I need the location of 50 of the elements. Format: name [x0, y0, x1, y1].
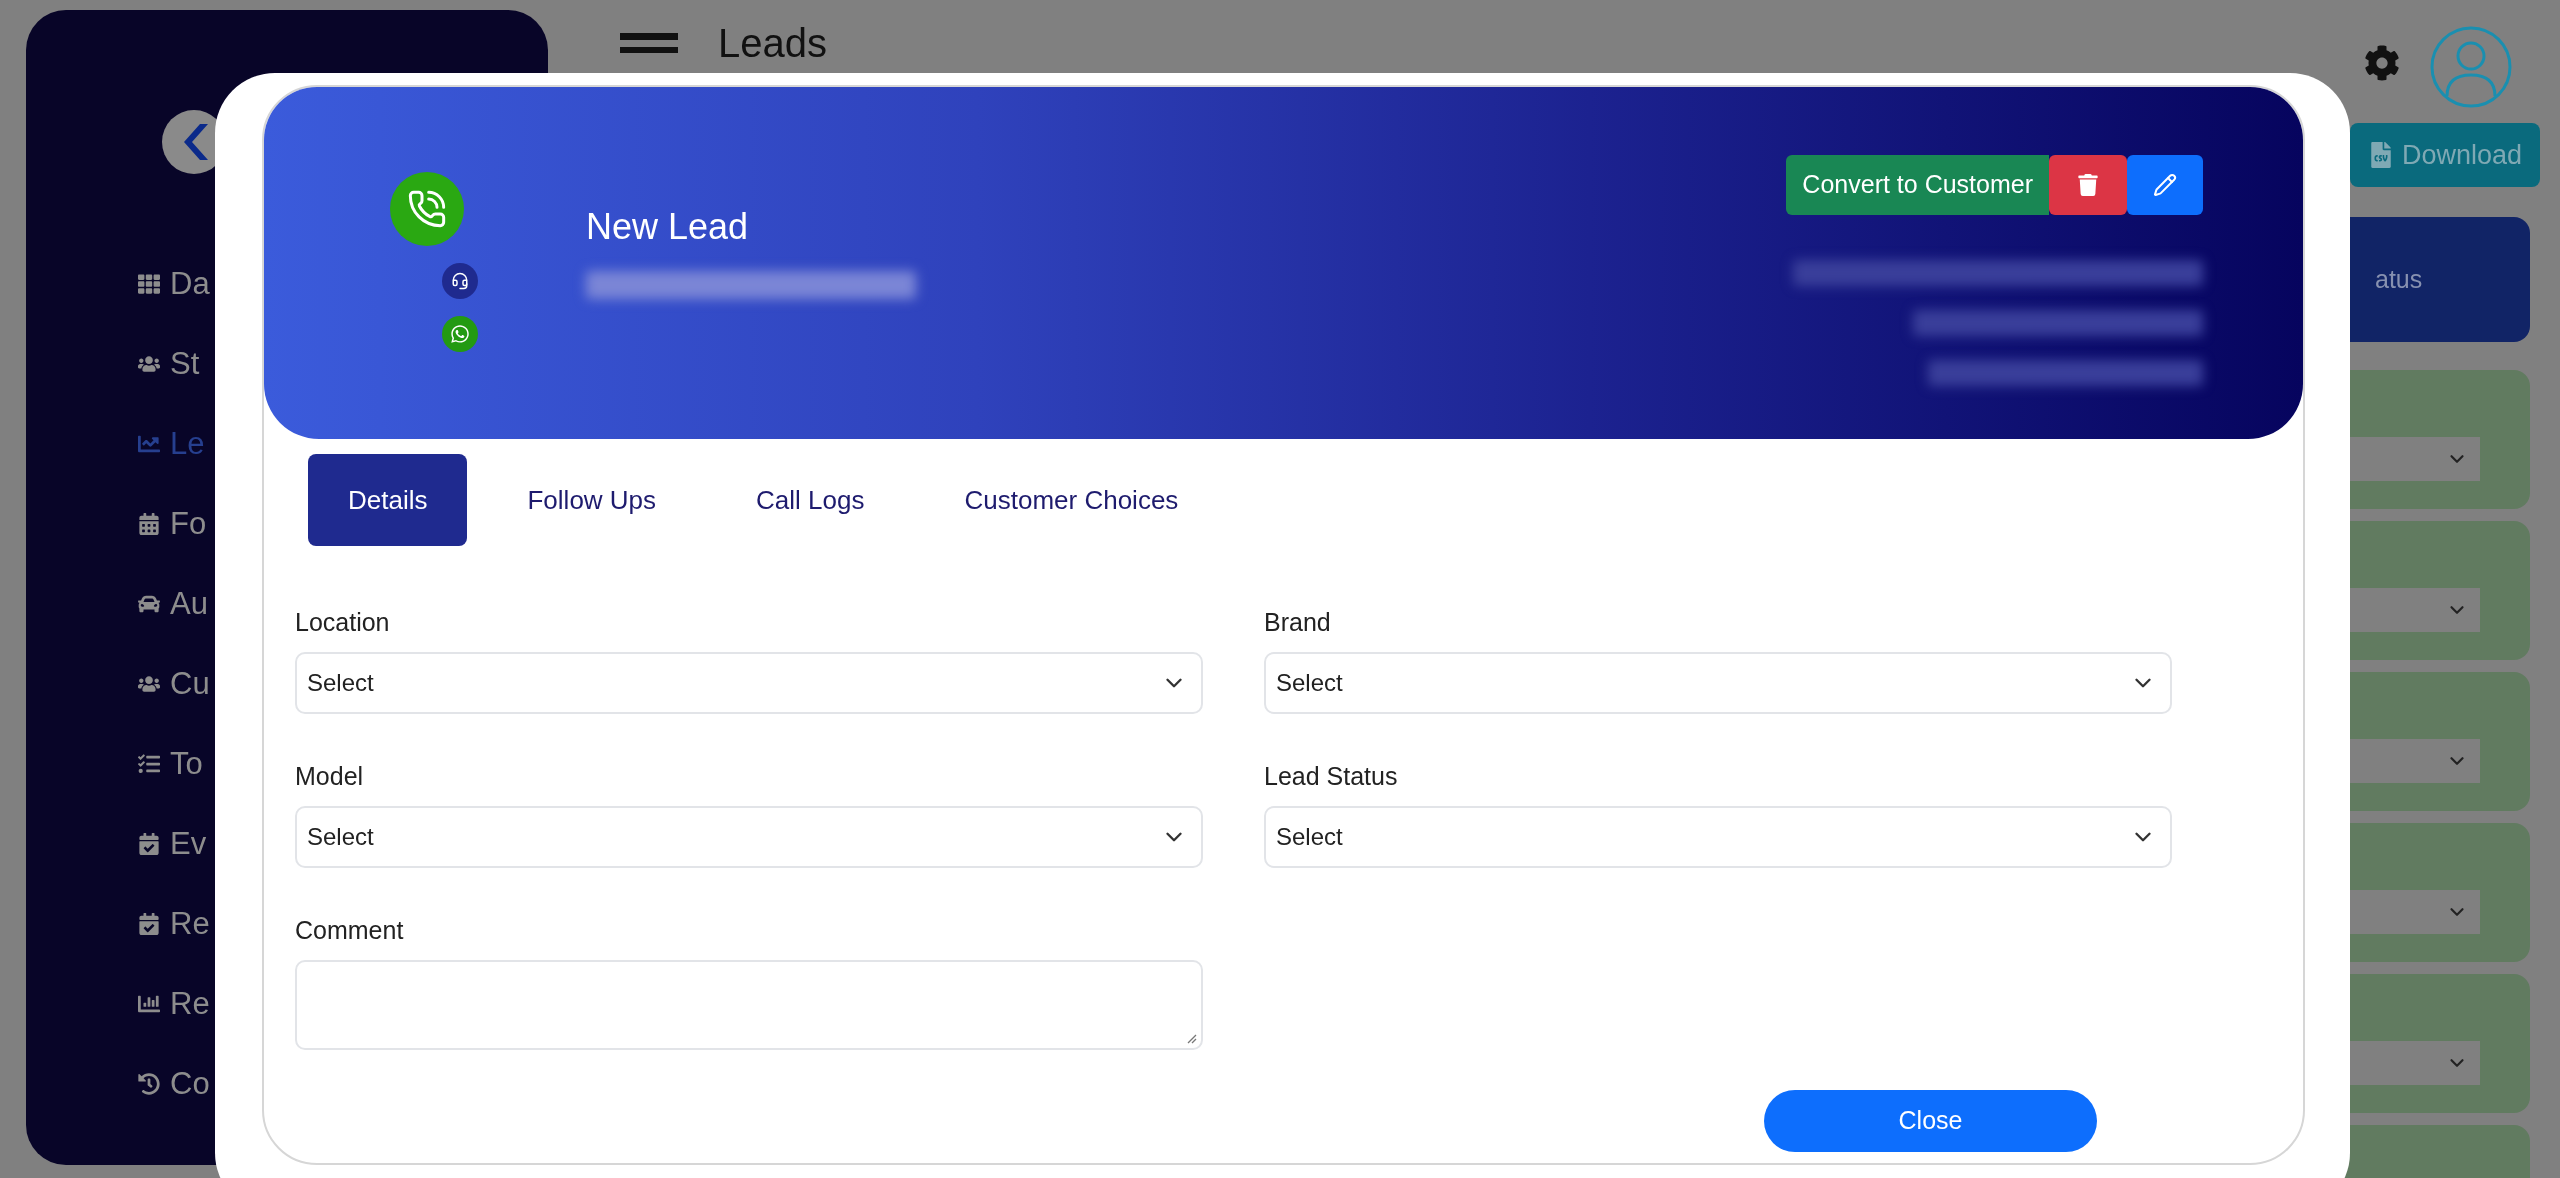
select-field[interactable]: Select: [1264, 806, 2172, 868]
tab[interactable]: Follow Ups: [487, 454, 697, 546]
edit-button[interactable]: [2127, 155, 2203, 215]
delete-button[interactable]: [2049, 155, 2127, 215]
select-field[interactable]: Select: [295, 806, 1203, 868]
car-icon: [138, 593, 160, 615]
sidebar-item[interactable]: St: [138, 324, 200, 404]
tasks-icon: [138, 753, 160, 775]
sidebar-item[interactable]: To: [138, 724, 203, 804]
phone-call-icon: [407, 189, 447, 229]
grid-icon: [138, 273, 160, 295]
sidebar-item[interactable]: Re: [138, 964, 210, 1044]
settings-icon[interactable]: [2364, 45, 2400, 81]
field-label: Location: [295, 607, 391, 638]
sidebar-item[interactable]: Au: [138, 564, 208, 644]
sidebar-item[interactable]: Co: [138, 1044, 210, 1124]
bar-chart-icon: [138, 993, 160, 1015]
sidebar-item[interactable]: Cu: [138, 644, 210, 724]
field-label: Lead Status: [1264, 761, 1399, 792]
sidebar-item[interactable]: Da: [138, 244, 210, 324]
select-field[interactable]: Select: [1264, 652, 2172, 714]
sidebar-item[interactable]: Re: [138, 884, 210, 964]
page-title: Leads: [718, 20, 827, 66]
comment-field[interactable]: [295, 960, 1203, 1050]
close-button[interactable]: Close: [1764, 1090, 2097, 1152]
trash-icon: [2078, 174, 2098, 196]
calendar-check-icon: [138, 913, 160, 935]
tab[interactable]: Details: [308, 454, 468, 546]
users-icon: [138, 353, 160, 375]
headset-icon: [451, 272, 469, 290]
field-label: Brand: [1264, 607, 1332, 638]
history-icon: [138, 1073, 160, 1095]
chart-line-icon: [138, 433, 160, 455]
field-label: Comment: [295, 915, 405, 946]
pencil-icon: [2153, 173, 2177, 197]
calendar-icon: [138, 513, 160, 535]
sidebar-item[interactable]: Fo: [138, 484, 207, 564]
users-icon: [138, 673, 160, 695]
lead-title: New Lead: [586, 205, 750, 249]
whatsapp-button[interactable]: [442, 316, 478, 352]
convert-to-customer-button[interactable]: Convert to Customer: [1786, 155, 2049, 215]
calendar-check-icon: [138, 833, 160, 855]
field-label: Model: [295, 761, 365, 792]
whatsapp-icon: [450, 324, 470, 344]
sidebar-item[interactable]: Ev: [138, 804, 207, 884]
tab[interactable]: Call Logs: [716, 454, 905, 546]
tab[interactable]: Customer Choices: [924, 454, 1219, 546]
select-field[interactable]: Select: [295, 652, 1203, 714]
resize-handle-icon: [1185, 1032, 1197, 1044]
headset-button[interactable]: [442, 263, 478, 299]
